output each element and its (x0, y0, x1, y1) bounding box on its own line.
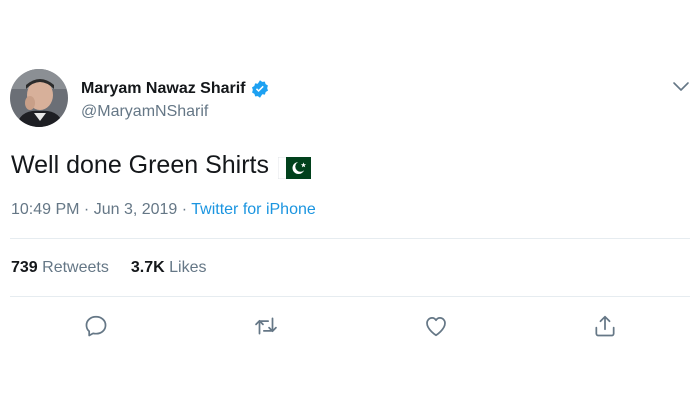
user-handle[interactable]: @MaryamNSharif (81, 102, 270, 122)
tweet-source-link[interactable]: Twitter for iPhone (191, 201, 316, 218)
meta-separator: · (79, 201, 94, 218)
divider-bottom (10, 296, 690, 297)
retweets-count: 739 (11, 259, 38, 276)
retweets-stat[interactable]: 739 Retweets (11, 258, 109, 278)
share-icon[interactable] (592, 313, 618, 339)
verified-badge-icon (250, 79, 270, 99)
pakistan-flag-icon (277, 154, 312, 180)
tweet-date[interactable]: Jun 3, 2019 (94, 201, 178, 218)
tweet-text: Well done Green Shirts (11, 148, 312, 182)
tweet-stats: 739 Retweets 3.7K Likes (11, 258, 228, 278)
name-row: Maryam Nawaz Sharif (81, 79, 270, 99)
reply-icon[interactable] (83, 313, 109, 339)
author-block: Maryam Nawaz Sharif @MaryamNSharif (81, 79, 270, 122)
display-name[interactable]: Maryam Nawaz Sharif (81, 79, 246, 99)
meta-separator-2: · (177, 201, 192, 218)
likes-stat[interactable]: 3.7K Likes (131, 258, 207, 278)
divider-top (10, 238, 690, 239)
avatar[interactable] (10, 69, 68, 127)
retweets-label: Retweets (42, 259, 109, 276)
chevron-down-icon[interactable] (672, 80, 690, 94)
retweet-icon[interactable] (253, 313, 279, 339)
tweet-card: Maryam Nawaz Sharif @MaryamNSharif Well … (0, 0, 700, 400)
likes-count: 3.7K (130, 259, 165, 276)
like-icon[interactable] (423, 313, 449, 339)
tweet-meta: 10:49 PM · Jun 3, 2019 · Twitter for iPh… (11, 200, 316, 220)
tweet-body: Well done Green Shirts (11, 151, 269, 179)
likes-label: Likes (169, 259, 207, 276)
tweet-time[interactable]: 10:49 PM (11, 201, 79, 218)
